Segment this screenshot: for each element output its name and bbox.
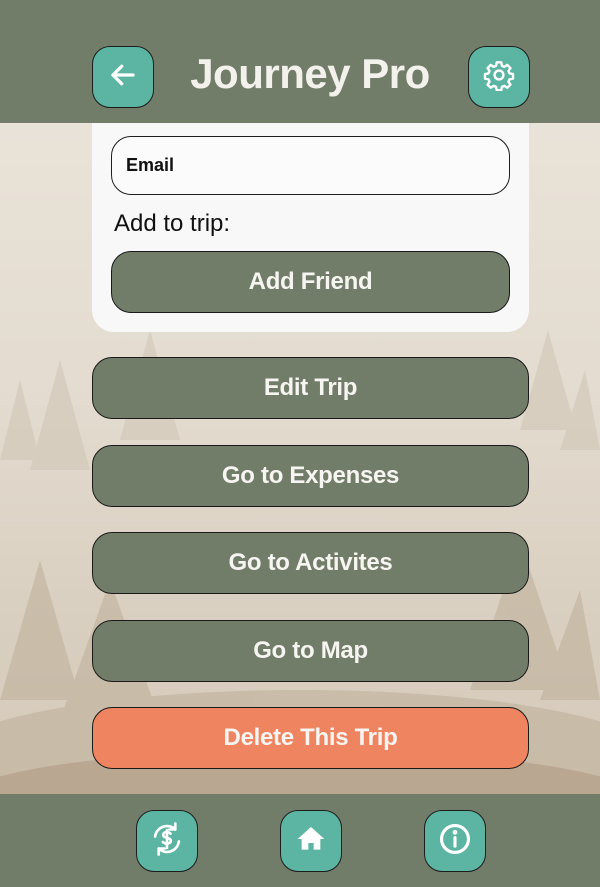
arrow-left-icon — [108, 60, 138, 95]
go-to-expenses-button[interactable]: Go to Expenses — [92, 445, 529, 507]
add-friend-card: Add to trip: Add Friend — [92, 100, 529, 332]
add-to-trip-label: Add to trip: — [114, 210, 231, 237]
settings-button[interactable] — [468, 46, 530, 108]
go-to-activities-button[interactable]: Go to Activites — [92, 532, 529, 594]
email-field[interactable] — [111, 136, 510, 195]
home-button[interactable] — [280, 810, 342, 872]
go-to-map-button[interactable]: Go to Map — [92, 620, 529, 682]
info-button[interactable] — [424, 810, 486, 872]
currency-sync-button[interactable] — [136, 810, 198, 872]
add-friend-button[interactable]: Add Friend — [111, 251, 510, 313]
app-title: Journey Pro — [190, 50, 430, 97]
currency-sync-icon — [148, 820, 186, 863]
app-header: Journey Pro — [0, 0, 600, 123]
info-icon — [438, 822, 472, 861]
delete-trip-button[interactable]: Delete This Trip — [92, 707, 529, 769]
bottom-nav — [0, 794, 600, 887]
home-icon — [295, 823, 327, 860]
back-button[interactable] — [92, 46, 154, 108]
edit-trip-button[interactable]: Edit Trip — [92, 357, 529, 419]
gear-icon — [483, 59, 515, 96]
